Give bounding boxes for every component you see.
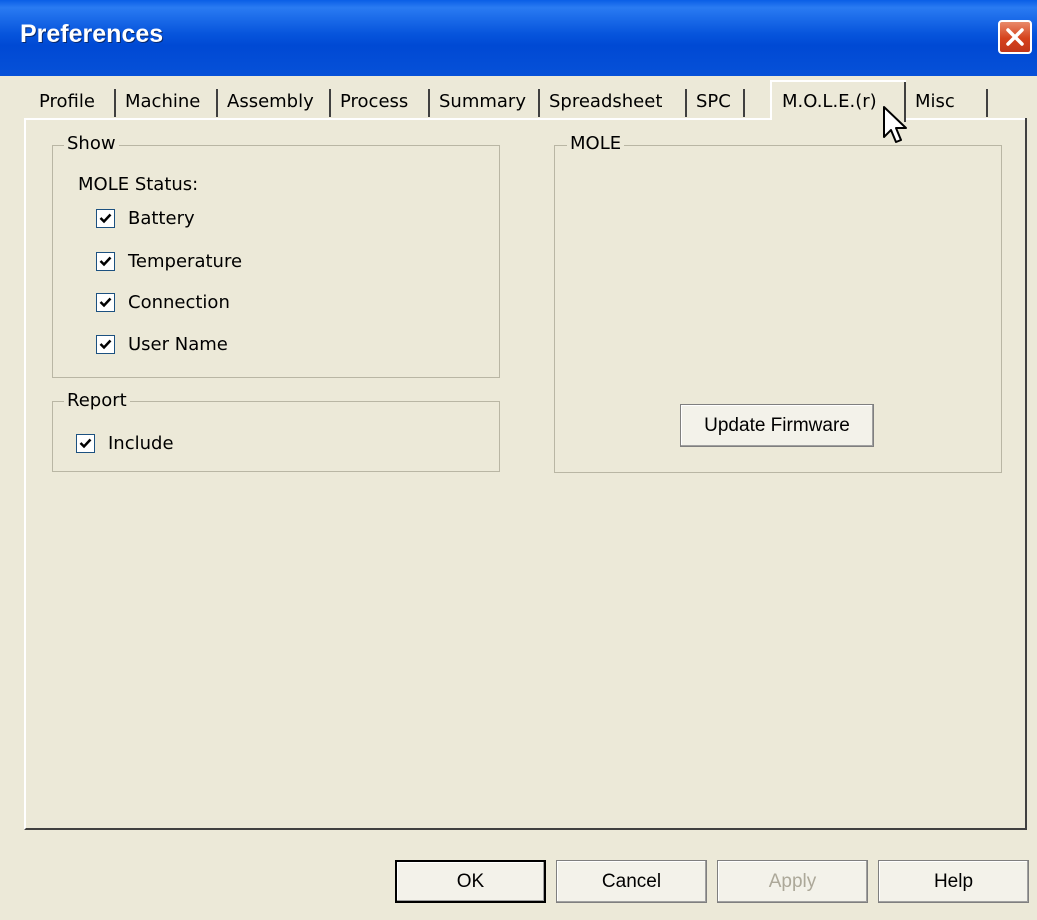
tab-label: Machine (125, 91, 201, 112)
report-group-label: Report (64, 391, 130, 411)
tab-label: Misc (915, 91, 955, 112)
checkmark-icon (99, 339, 112, 350)
temperature-label: Temperature (128, 251, 243, 272)
apply-button[interactable]: Apply (717, 860, 868, 903)
include-checkbox[interactable] (76, 434, 95, 453)
help-button[interactable]: Help (878, 860, 1029, 903)
show-group-label: Show (64, 134, 119, 154)
mole-status-label: MOLE Status: (78, 174, 199, 195)
tab-misc[interactable]: Misc (906, 85, 988, 118)
title-bar[interactable]: Preferences (0, 0, 1037, 76)
mouse-cursor-icon (883, 106, 907, 143)
connection-checkbox[interactable] (96, 293, 115, 312)
user-name-checkbox[interactable] (96, 335, 115, 354)
tab-profile[interactable]: Profile (30, 85, 116, 118)
checkmark-icon (99, 256, 112, 267)
battery-checkbox[interactable] (96, 209, 115, 228)
ok-button[interactable]: OK (395, 860, 546, 903)
tab-label: Assembly (227, 91, 314, 112)
user-name-label: User Name (128, 334, 228, 355)
tab-label: SPC (696, 91, 731, 112)
checkmark-icon (99, 297, 112, 308)
cancel-button[interactable]: Cancel (556, 860, 707, 903)
tab-label: Summary (439, 91, 526, 112)
tab-label: Profile (39, 91, 95, 112)
connection-label: Connection (128, 292, 230, 313)
close-icon (1006, 28, 1024, 46)
checkmark-icon (79, 438, 92, 449)
checkmark-icon (99, 213, 112, 224)
update-firmware-button[interactable]: Update Firmware (680, 404, 874, 447)
tab-spc[interactable]: SPC (687, 85, 745, 118)
window-title: Preferences (20, 20, 164, 48)
close-button[interactable] (998, 20, 1032, 54)
tab-machine[interactable]: Machine (116, 85, 218, 118)
battery-label: Battery (128, 208, 195, 229)
include-label: Include (108, 433, 174, 454)
tab-label: M.O.L.E.(r) (782, 91, 877, 112)
tab-assembly[interactable]: Assembly (218, 85, 331, 118)
tab-label: Process (340, 91, 409, 112)
temperature-checkbox[interactable] (96, 252, 115, 271)
tab-process[interactable]: Process (331, 85, 430, 118)
mole-group-label: MOLE (567, 134, 625, 154)
tab-spreadsheet[interactable]: Spreadsheet (540, 85, 687, 118)
tab-label: Spreadsheet (549, 91, 663, 112)
tab-summary[interactable]: Summary (430, 85, 540, 118)
